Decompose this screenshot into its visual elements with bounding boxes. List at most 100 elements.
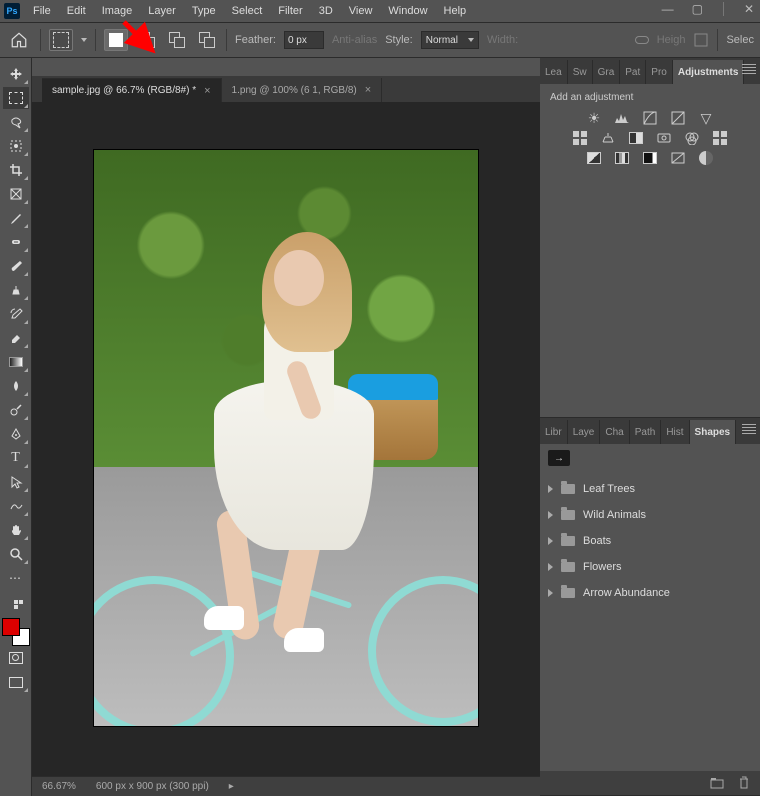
tab-learn[interactable]: Lea [540,60,568,84]
eyedropper-tool[interactable] [3,207,29,229]
blur-tool[interactable] [3,375,29,397]
quick-select-tool[interactable] [3,135,29,157]
doc-dimensions[interactable]: 600 px x 900 px (300 ppi) [96,781,209,792]
tree-item-wild-animals[interactable]: Wild Animals [540,502,760,528]
tab-history[interactable]: Hist [661,420,689,444]
color-swatches[interactable] [2,618,30,646]
panel-menu-icon[interactable] [742,424,756,434]
close-button[interactable]: ✕ [744,2,754,16]
lasso-tool[interactable] [3,111,29,133]
style-select[interactable]: Normal [421,31,479,49]
selection-new-button[interactable] [104,29,128,51]
invert-icon[interactable] [585,151,603,165]
tab-layers[interactable]: Laye [568,420,601,444]
tab-gradients[interactable]: Gra [593,60,621,84]
style-value: Normal [426,35,458,46]
menu-select[interactable]: Select [225,3,270,19]
hue-sat-icon[interactable] [571,131,589,145]
chevron-right-icon[interactable]: ▸ [229,781,234,792]
marquee-mode-icon[interactable] [49,29,73,51]
menu-filter[interactable]: Filter [271,3,309,19]
new-folder-icon[interactable] [710,777,724,789]
zoom-level[interactable]: 66.67% [42,781,76,792]
tab-channels[interactable]: Cha [600,420,629,444]
menu-image[interactable]: Image [95,3,140,19]
doc-tab-inactive[interactable]: 1.png @ 100% (6 1, RGB/8)× [222,78,383,102]
tab-adjustments[interactable]: Adjustments [673,60,745,84]
preferences-icon[interactable] [693,32,709,48]
menu-type[interactable]: Type [185,3,223,19]
tree-item-leaf-trees[interactable]: Leaf Trees [540,476,760,502]
menu-edit[interactable]: Edit [60,3,93,19]
clone-stamp-tool[interactable] [3,279,29,301]
menu-3d[interactable]: 3D [312,3,340,19]
channel-mixer-icon[interactable] [683,131,701,145]
quick-mask-toggle[interactable] [3,647,29,669]
selection-intersect-button[interactable] [196,32,218,48]
dodge-tool[interactable] [3,399,29,421]
tab-libraries[interactable]: Libr [540,420,568,444]
shape-preview-icon[interactable]: → [548,450,570,466]
menu-layer[interactable]: Layer [141,3,183,19]
selective-color-icon[interactable] [697,151,715,165]
path-select-tool[interactable] [3,471,29,493]
tree-item-arrow-abundance[interactable]: Arrow Abundance [540,580,760,606]
chevron-down-icon[interactable] [81,38,87,42]
select-and-mask-button[interactable]: Selec [726,34,754,46]
delete-icon[interactable] [738,776,750,790]
foreground-color[interactable] [2,618,20,636]
screen-mode-toggle[interactable] [3,671,29,693]
tab-shapes[interactable]: Shapes [690,420,737,444]
feather-input[interactable] [284,31,324,49]
more-tools[interactable]: ⋯ [3,567,29,589]
tree-item-boats[interactable]: Boats [540,528,760,554]
black-white-icon[interactable] [627,131,645,145]
curves-icon[interactable] [641,111,659,125]
close-tab-icon[interactable]: × [204,85,210,97]
hand-tool[interactable] [3,519,29,541]
type-tool[interactable]: T [3,447,29,469]
crop-tool[interactable] [3,159,29,181]
gradient-tool[interactable] [3,351,29,373]
panel-menu-icon[interactable] [742,64,756,74]
rect-marquee-tool[interactable] [3,87,29,109]
tab-swatches[interactable]: Sw [568,60,593,84]
home-button[interactable] [6,27,32,53]
menu-view[interactable]: View [342,3,380,19]
pen-tool[interactable] [3,423,29,445]
threshold-icon[interactable] [641,151,659,165]
gradient-map-icon[interactable] [669,151,687,165]
posterize-icon[interactable] [613,151,631,165]
zoom-tool[interactable] [3,543,29,565]
minimize-button[interactable]: — [662,2,674,16]
tab-patterns[interactable]: Pat [620,60,646,84]
selection-subtract-button[interactable] [166,32,188,48]
tab-paths[interactable]: Path [630,420,662,444]
menu-help[interactable]: Help [437,3,474,19]
exposure-icon[interactable] [669,111,687,125]
history-brush-tool[interactable] [3,303,29,325]
frame-tool[interactable] [3,183,29,205]
vibrance-icon[interactable]: ▽ [697,111,715,125]
edit-toolbar[interactable] [3,591,29,613]
canvas-viewport[interactable] [32,102,540,776]
document-canvas[interactable] [94,150,478,726]
doc-tab-active[interactable]: sample.jpg @ 66.7% (RGB/8#) *× [42,78,222,102]
photo-filter-icon[interactable] [655,131,673,145]
move-tool[interactable] [3,63,29,85]
eraser-tool[interactable] [3,327,29,349]
color-balance-icon[interactable] [599,131,617,145]
color-lookup-icon[interactable] [711,131,729,145]
maximize-button[interactable]: ▢ [692,2,703,16]
levels-icon[interactable] [613,111,631,125]
brightness-contrast-icon[interactable]: ☀ [585,111,603,125]
menu-window[interactable]: Window [381,3,434,19]
brush-tool[interactable] [3,255,29,277]
tree-item-flowers[interactable]: Flowers [540,554,760,580]
menu-file[interactable]: File [26,3,58,19]
shape-tool[interactable] [3,495,29,517]
close-tab-icon[interactable]: × [365,84,371,96]
selection-add-button[interactable] [136,32,158,48]
tab-properties[interactable]: Pro [646,60,673,84]
healing-brush-tool[interactable] [3,231,29,253]
